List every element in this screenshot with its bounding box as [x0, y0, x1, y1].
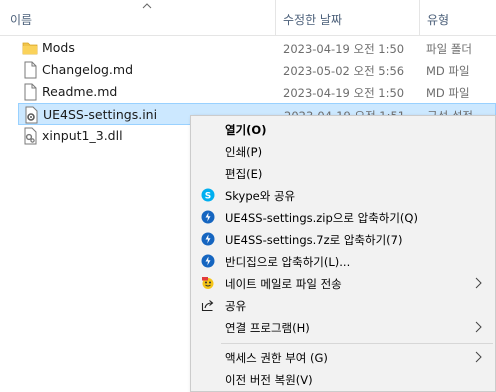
column-date-modified[interactable]: 수정한 날짜	[283, 11, 342, 28]
file-name: Readme.md	[42, 84, 118, 99]
chevron-right-icon	[475, 277, 482, 289]
menu-item-share[interactable]: 공유	[191, 294, 495, 316]
file-type: 파일 폴더	[426, 42, 472, 56]
file-name: xinput1_3.dll	[42, 128, 123, 143]
menu-item-mail-send[interactable]: 네이트 메일로 파일 전송	[191, 272, 495, 294]
menu-item-label: 인쇄(P)	[225, 145, 263, 159]
menu-item-compress-zip[interactable]: UE4SS-settings.zip으로 압축하기(Q)	[191, 206, 495, 228]
file-date: 2023-04-19 오전 1:50	[283, 86, 405, 100]
menu-item-open-with[interactable]: 연결 프로그램(H)	[191, 316, 495, 338]
menu-item-label: 공유	[225, 299, 247, 313]
menu-item-label: 연결 프로그램(H)	[225, 321, 310, 335]
skype-icon: S	[201, 188, 215, 202]
file-row[interactable]: Mods 2023-04-19 오전 1:50 파일 폴더	[18, 37, 496, 59]
menu-item-label: 열기(O)	[225, 123, 267, 137]
column-divider[interactable]	[275, 0, 276, 36]
menu-item-label: 액세스 권한 부여 (G)	[225, 351, 328, 365]
file-date: 2023-04-19 오전 1:50	[283, 42, 405, 56]
menu-item-label: 편집(E)	[225, 167, 263, 181]
bandizip-icon	[201, 254, 215, 268]
column-name[interactable]: 이름	[10, 11, 32, 28]
menu-item-label: 이전 버전 복원(V)	[225, 373, 313, 387]
bandizip-icon	[201, 232, 215, 246]
document-icon	[24, 61, 37, 79]
menu-item-label: UE4SS-settings.zip으로 압축하기(Q)	[225, 211, 418, 225]
menu-item-label: 반디집으로 압축하기(L)...	[225, 255, 351, 269]
file-row[interactable]: Readme.md 2023-04-19 오전 1:50 MD 파일	[18, 81, 496, 103]
menu-item-label: 네이트 메일로 파일 전송	[225, 277, 342, 291]
menu-item-grant-access[interactable]: 액세스 권한 부여 (G)	[191, 346, 495, 368]
nate-mail-icon	[202, 277, 214, 289]
file-type: MD 파일	[426, 64, 470, 78]
menu-item-print[interactable]: 인쇄(P)	[191, 140, 495, 162]
file-name: Mods	[42, 40, 75, 55]
column-type[interactable]: 유형	[427, 11, 449, 28]
menu-item-restore-versions[interactable]: 이전 버전 복원(V)	[191, 368, 495, 390]
bandizip-icon	[201, 210, 215, 224]
svg-text:S: S	[205, 192, 211, 202]
column-header: 이름 수정한 날짜 유형	[0, 0, 496, 36]
dll-file-icon	[24, 127, 37, 145]
menu-item-skype-share[interactable]: S Skype와 공유	[191, 184, 495, 206]
sort-ascending-icon[interactable]	[142, 2, 152, 10]
chevron-right-icon	[475, 321, 482, 333]
menu-item-edit[interactable]: 편집(E)	[191, 162, 495, 184]
menu-item-label: UE4SS-settings.7z로 압축하기(7)	[225, 233, 403, 247]
menu-item-bandizip[interactable]: 반디집으로 압축하기(L)...	[191, 250, 495, 272]
column-divider[interactable]	[419, 0, 420, 36]
context-menu: 열기(O) 인쇄(P) 편집(E) S Skype와 공유 UE4SS-sett…	[190, 115, 496, 392]
menu-item-open[interactable]: 열기(O)	[191, 118, 495, 140]
file-date: 2023-05-02 오전 5:56	[283, 64, 405, 78]
file-name: Changelog.md	[42, 62, 133, 77]
menu-separator	[221, 343, 493, 344]
file-name: UE4SS-settings.ini	[43, 107, 158, 122]
menu-item-compress-7z[interactable]: UE4SS-settings.7z로 압축하기(7)	[191, 228, 495, 250]
file-row[interactable]: Changelog.md 2023-05-02 오전 5:56 MD 파일	[18, 59, 496, 81]
file-type: MD 파일	[426, 86, 470, 100]
document-icon	[24, 83, 37, 101]
folder-icon	[22, 42, 38, 55]
share-icon	[201, 300, 214, 312]
chevron-right-icon	[475, 351, 482, 363]
menu-item-label: Skype와 공유	[225, 189, 296, 203]
settings-file-icon	[25, 106, 38, 124]
